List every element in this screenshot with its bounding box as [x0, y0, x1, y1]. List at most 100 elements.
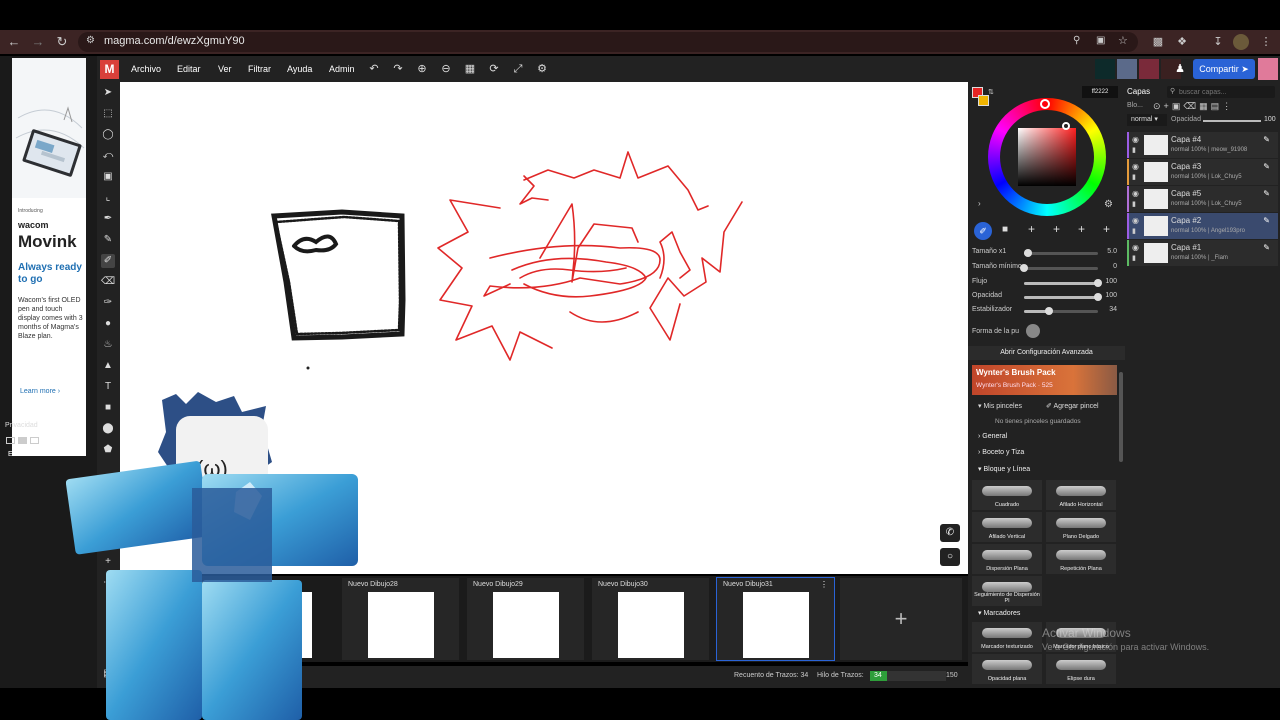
- expand-icon[interactable]: ›: [978, 199, 981, 208]
- clip-icon[interactable]: ⋮: [1222, 101, 1234, 111]
- fit-canvas-icon[interactable]: ▦: [463, 62, 477, 76]
- lasso-tool-icon[interactable]: ⤺: [101, 149, 115, 163]
- slider-knob[interactable]: [1045, 307, 1053, 315]
- layer-row[interactable]: ◉ ▮ Capa #5 normal 100% | Lok_Chuy5 ✎: [1127, 186, 1278, 212]
- install-icon[interactable]: ▣: [1096, 35, 1105, 46]
- color-settings-icon[interactable]: ⚙: [1104, 199, 1113, 210]
- user-avatar[interactable]: [1095, 59, 1115, 79]
- menu-ayuda[interactable]: Ayuda: [287, 64, 312, 74]
- brush-slot-add-icon[interactable]: +: [1103, 222, 1110, 236]
- share-button[interactable]: Compartir ➤: [1193, 59, 1255, 79]
- menu-editar[interactable]: Editar: [177, 64, 201, 74]
- saturation-square[interactable]: [1018, 128, 1076, 186]
- layer-opacity-slider[interactable]: [1203, 120, 1261, 122]
- eraser-tool-icon[interactable]: ⌫: [101, 275, 115, 289]
- folder-icon[interactable]: ▤: [1211, 101, 1223, 111]
- blend-mode-select[interactable]: normal ▾: [1127, 114, 1167, 126]
- hue-ring[interactable]: [988, 98, 1106, 216]
- layers-tab[interactable]: Capas: [1127, 87, 1150, 96]
- privacy-icons[interactable]: [6, 435, 50, 444]
- layer-edit-icon[interactable]: ✎: [1263, 216, 1270, 225]
- layer-row[interactable]: ◉ ▮ Capa #4 normal 100% | meow_91908 ✎: [1127, 132, 1278, 158]
- fill-tool-icon[interactable]: ♨: [101, 338, 115, 352]
- advanced-config-button[interactable]: Abrir Configuración Avanzada: [968, 346, 1125, 360]
- category-block-line[interactable]: ▾ Bloque y Línea: [978, 465, 1030, 473]
- hue-handle[interactable]: [1040, 99, 1050, 109]
- zoom-out-icon[interactable]: ⊖: [439, 62, 453, 76]
- site-settings-icon[interactable]: ⚙: [86, 35, 95, 46]
- category-sketch[interactable]: › Boceto y Tiza: [978, 449, 1024, 456]
- brush-slot-active-icon[interactable]: ✐: [974, 222, 992, 240]
- brush-setting-slider[interactable]: [1024, 307, 1098, 315]
- layer-edit-icon[interactable]: ✎: [1263, 189, 1270, 198]
- layer-lock-icon[interactable]: ▮: [1132, 227, 1136, 235]
- visibility-eye-icon[interactable]: ◉: [1132, 243, 1139, 252]
- brush-preset[interactable]: Cuadrado: [972, 480, 1042, 510]
- layer-row[interactable]: ◉ ▮ Capa #1 normal 100% | _Flam ✎: [1127, 240, 1278, 266]
- brush-preset[interactable]: Dispersión Plana: [972, 544, 1042, 574]
- visibility-eye-icon[interactable]: ◉: [1132, 189, 1139, 198]
- browser-menu-icon[interactable]: ⋮: [1258, 34, 1274, 50]
- layer-edit-icon[interactable]: ✎: [1263, 162, 1270, 171]
- privacy-option-icon[interactable]: [18, 437, 28, 444]
- brush-slot-add-icon[interactable]: +: [1028, 222, 1035, 236]
- brush-setting-slider[interactable]: [1024, 249, 1098, 257]
- new-drawing-button[interactable]: +: [840, 578, 962, 660]
- address-bar[interactable]: ⚙ magma.com/d/ewzXgmuY90 ⚲ ▣ ☆: [78, 32, 1138, 52]
- gradient-tool-icon[interactable]: ▲: [101, 359, 115, 373]
- user-avatar[interactable]: [1117, 59, 1137, 79]
- drawing-card[interactable]: Nuevo Dibujo29: [467, 578, 584, 660]
- settings-icon[interactable]: ⚙: [535, 62, 549, 76]
- slider-knob[interactable]: [1024, 249, 1032, 257]
- duplicate-icon[interactable]: ▣: [1172, 101, 1184, 111]
- screenshot-icon[interactable]: ▩: [1150, 34, 1166, 50]
- secondary-color-swatch[interactable]: [978, 95, 989, 106]
- blur-tool-icon[interactable]: ●: [101, 317, 115, 331]
- forward-icon[interactable]: →: [30, 34, 46, 50]
- brush-preset[interactable]: Afilado Vertical: [972, 512, 1042, 542]
- reload-icon[interactable]: ↻: [54, 34, 70, 50]
- privacy-option-icon[interactable]: [6, 437, 15, 444]
- brush-preset[interactable]: Opacidad plana: [972, 654, 1042, 684]
- brush-preset[interactable]: Afilado Horizontal: [1046, 480, 1116, 510]
- layer-action-icons[interactable]: ⊙+▣⌫▦▤⋮: [1153, 101, 1275, 111]
- swap-colors-icon[interactable]: ⇅: [988, 88, 994, 96]
- add-brush-button[interactable]: ✐ Agregar pincel: [1046, 402, 1099, 410]
- layer-edit-icon[interactable]: ✎: [1263, 135, 1270, 144]
- slider-knob[interactable]: [1094, 279, 1102, 287]
- chat-icon[interactable]: ○: [940, 548, 960, 566]
- drawing-menu-icon[interactable]: ⋮: [820, 580, 828, 589]
- brush-slot-icon[interactable]: ■: [1002, 224, 1008, 235]
- menu-archivo[interactable]: Archivo: [131, 64, 161, 74]
- layer-search-field[interactable]: ⚲: [1167, 86, 1275, 98]
- slider-knob[interactable]: [1094, 293, 1102, 301]
- layer-row[interactable]: ◉ ▮ Capa #3 normal 100% | Lok_Chuy5 ✎: [1127, 159, 1278, 185]
- crop-tool-icon[interactable]: ⌞: [101, 191, 115, 205]
- add-layer-icon[interactable]: +: [1164, 101, 1172, 111]
- layer-edit-icon[interactable]: ✎: [1263, 243, 1270, 252]
- profile-avatar[interactable]: [1233, 34, 1249, 50]
- brush-panel-scrollbar[interactable]: [1119, 372, 1123, 462]
- remove-ads-link[interactable]: Eliminar anuncios: [8, 451, 63, 458]
- selection-tool-icon[interactable]: ⬚: [101, 107, 115, 121]
- brush-slot-add-icon[interactable]: +: [1053, 222, 1060, 236]
- back-icon[interactable]: ←: [6, 34, 22, 50]
- menu-admin[interactable]: Admin: [329, 64, 355, 74]
- brush-slot-add-icon[interactable]: +: [1078, 222, 1085, 236]
- brush-preset[interactable]: Seguimiento de Dispersión Pl: [972, 576, 1042, 606]
- undo-icon[interactable]: ↶: [367, 62, 381, 76]
- privacy-option-icon[interactable]: [30, 437, 40, 444]
- category-markers[interactable]: ▾ Marcadores: [978, 609, 1020, 617]
- visibility-eye-icon[interactable]: ◉: [1132, 216, 1139, 225]
- menu-ver[interactable]: Ver: [218, 64, 232, 74]
- brush-shape-preview[interactable]: [1026, 324, 1040, 338]
- smudge-tool-icon[interactable]: ✑: [101, 296, 115, 310]
- zoom-in-icon[interactable]: ⊕: [415, 62, 429, 76]
- layer-lock-icon[interactable]: ▮: [1132, 200, 1136, 208]
- color-handle[interactable]: [1062, 122, 1070, 130]
- rotate-icon[interactable]: ⟳: [487, 62, 501, 76]
- brush-preset[interactable]: Plano Delgado: [1046, 512, 1116, 542]
- transform-tool-icon[interactable]: ▣: [101, 170, 115, 184]
- fullscreen-icon[interactable]: ⤢: [511, 62, 525, 76]
- magma-logo[interactable]: M: [100, 60, 119, 79]
